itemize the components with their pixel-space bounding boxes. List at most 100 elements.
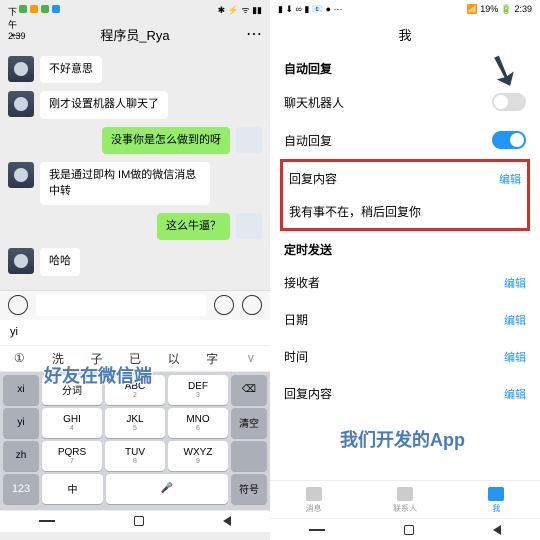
row-label: 聊天机器人 [284, 94, 344, 111]
voice-icon[interactable] [8, 295, 28, 315]
status-icon [41, 5, 49, 13]
settings-row[interactable]: 回复内容 编辑 [270, 375, 540, 412]
home-button[interactable] [134, 516, 144, 526]
ime-pinyin: yi [10, 326, 18, 338]
settings-row[interactable]: 自动回复 [270, 121, 540, 159]
status-icon [30, 5, 38, 13]
bottom-nav: 消息 联系人 我 [270, 480, 540, 520]
row-label: 回复内容 [289, 170, 337, 187]
status-bar: 下午2:39 ✱ ⚡ ᯤ ▮▮ [0, 0, 270, 18]
toggle[interactable] [492, 131, 526, 149]
avatar[interactable] [8, 91, 34, 117]
ime-text: yi [0, 320, 270, 346]
nav-icon [306, 487, 322, 501]
row-label: 自动回复 [284, 132, 332, 149]
avatar[interactable] [8, 56, 34, 82]
key-side[interactable]: ⌫ [231, 375, 267, 405]
key-symbol[interactable]: 符号 [231, 474, 267, 504]
key-side[interactable]: xi [3, 375, 39, 405]
android-nav [270, 518, 540, 540]
settings-row[interactable]: 我有事不在，稍后回复你 [283, 195, 527, 228]
settings-row[interactable]: 日期 编辑 [270, 301, 540, 338]
expand-icon[interactable]: ∨ [231, 351, 270, 365]
overlay-label-left: 好友在微信端 [44, 362, 152, 388]
key-lang[interactable]: 中 [42, 474, 103, 504]
highlighted-box: 回复内容 编辑我有事不在，稍后回复你 [280, 159, 530, 231]
section-scheduled: 定时发送 [270, 231, 540, 264]
edit-link[interactable]: 编辑 [504, 312, 526, 328]
key[interactable]: TUV8 [105, 441, 165, 471]
candidate[interactable]: ① [0, 351, 39, 365]
status-bar: ▮ ⬇ ∞ ▮ 📧 ● ⋯ 📶 19% 🔋 2:39 [270, 0, 540, 18]
settings-row[interactable]: 时间 编辑 [270, 338, 540, 375]
edit-link[interactable]: 编辑 [504, 386, 526, 402]
key-space[interactable]: 🎤 [106, 474, 228, 504]
nav-icon [397, 487, 413, 501]
message-bubble: 哈哈 [40, 248, 80, 275]
message-bubble: 没事你是怎么做到的呀 [102, 127, 230, 154]
status-icon [52, 5, 60, 13]
status-left: ▮ ⬇ ∞ ▮ 📧 ● ⋯ [278, 4, 343, 15]
key-side[interactable]: 清空 [231, 408, 267, 438]
key[interactable]: PQRS7 [42, 441, 102, 471]
nav-item[interactable]: 联系人 [393, 487, 417, 514]
row-label: 我有事不在，稍后回复你 [289, 203, 421, 220]
key-side[interactable]: zh [3, 441, 39, 471]
key-side[interactable]: yi [3, 408, 39, 438]
settings-row[interactable]: 接收者 编辑 [270, 264, 540, 301]
input-bar [0, 290, 270, 320]
edit-link[interactable]: 编辑 [504, 275, 526, 291]
avatar[interactable] [236, 213, 262, 239]
key[interactable]: WXYZ9 [168, 441, 228, 471]
message-bubble: 这么牛逼？ [157, 213, 230, 240]
recent-button[interactable] [309, 529, 325, 531]
key-side[interactable] [231, 441, 267, 471]
message-bubble: 我是通过即构 IM做的微信消息中转 [40, 162, 210, 205]
settings-row[interactable]: 回复内容 编辑 [283, 162, 527, 195]
android-nav [0, 510, 270, 532]
plus-icon[interactable] [242, 295, 262, 315]
nav-label: 我 [492, 503, 500, 514]
message-bubble: 不好意思 [40, 56, 102, 83]
key-123[interactable]: 123 [3, 474, 39, 504]
page-title: 我 [398, 25, 411, 44]
nav-icon [488, 487, 504, 501]
emoji-icon[interactable] [214, 295, 234, 315]
text-input[interactable] [36, 294, 206, 316]
back-button[interactable]: ← [8, 25, 24, 43]
nav-item[interactable]: 消息 [306, 487, 322, 514]
back-nav-button[interactable] [223, 516, 231, 526]
avatar[interactable] [236, 127, 262, 153]
back-nav-button[interactable] [493, 525, 501, 535]
overlay-label-right: 我们开发的App [340, 426, 465, 452]
candidate[interactable]: 以 [154, 350, 193, 367]
home-button[interactable] [404, 525, 414, 535]
time: 下午2:39 [8, 5, 16, 13]
recent-button[interactable] [39, 520, 55, 522]
chat-area: 不好意思刚才设置机器人聊天了没事你是怎么做到的呀我是通过即构 IM做的微信消息中… [0, 50, 270, 290]
nav-label: 联系人 [393, 503, 417, 514]
nav-label: 消息 [306, 503, 322, 514]
row-label: 接收者 [284, 274, 320, 291]
key[interactable]: MNO6 [168, 408, 228, 438]
nav-item[interactable]: 我 [488, 487, 504, 514]
status-icon [19, 5, 27, 13]
toggle[interactable] [492, 93, 526, 111]
signal-icons: ✱ ⚡ ᯤ ▮▮ [218, 3, 262, 16]
row-label: 时间 [284, 348, 308, 365]
edit-link[interactable]: 编辑 [504, 349, 526, 365]
row-label: 日期 [284, 311, 308, 328]
chat-header: ← 程序员_Rya ⋯ [0, 18, 270, 50]
key[interactable]: JKL5 [105, 408, 165, 438]
chat-title: 程序员_Rya [100, 25, 169, 44]
avatar[interactable] [8, 248, 34, 274]
row-label: 回复内容 [284, 385, 332, 402]
avatar[interactable] [8, 162, 34, 188]
key[interactable]: DEF3 [168, 375, 228, 405]
edit-link[interactable]: 编辑 [499, 171, 521, 187]
candidate[interactable]: 字 [193, 350, 232, 367]
more-button[interactable]: ⋯ [246, 24, 262, 44]
status-right: 📶 19% 🔋 2:39 [467, 4, 532, 15]
key[interactable]: GHI4 [42, 408, 102, 438]
message-bubble: 刚才设置机器人聊天了 [40, 91, 168, 118]
